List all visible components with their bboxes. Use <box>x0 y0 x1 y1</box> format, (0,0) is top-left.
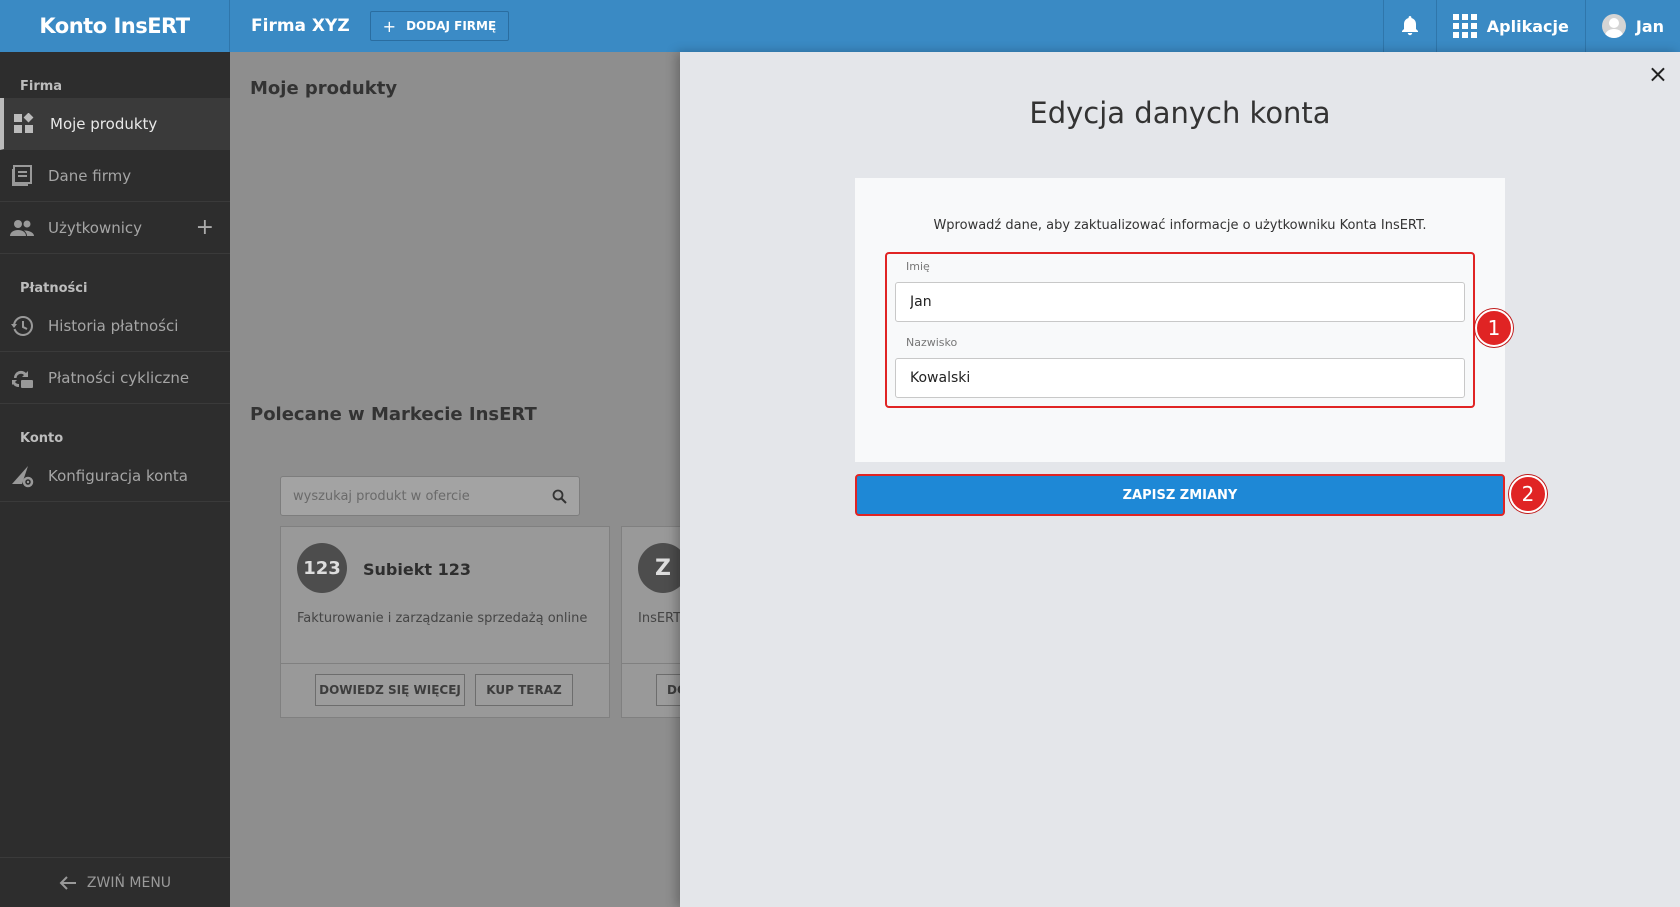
history-icon <box>10 314 34 338</box>
product-logo: 123 <box>297 543 347 593</box>
apps-button[interactable]: Aplikacje <box>1435 0 1585 52</box>
save-changes-button[interactable]: ZAPISZ ZMIANY <box>855 474 1505 516</box>
document-list-icon <box>10 164 34 188</box>
collapse-menu-button[interactable]: ZWIŃ MENU <box>0 857 230 907</box>
sidebar-item-moje-produkty[interactable]: Moje produkty <box>0 98 230 150</box>
sidebar-section-konto: Konto <box>20 431 64 446</box>
bell-icon <box>1401 16 1418 36</box>
product-name: Subiekt 123 <box>363 560 471 579</box>
card-footer: DO <box>622 663 681 717</box>
sidebar-item-label: Użytkownicy <box>48 218 143 237</box>
sidebar-section-platnosci: Płatności <box>20 281 88 296</box>
user-menu-button[interactable]: Jan <box>1584 0 1680 52</box>
plus-icon: + <box>382 16 397 36</box>
account-settings-icon <box>10 464 34 488</box>
company-name[interactable]: Firma XYZ <box>251 16 350 36</box>
last-name-label: Nazwisko <box>906 336 958 349</box>
sidebar-item-label: Płatności cykliczne <box>48 368 190 387</box>
sidebar-item-label: Historia płatności <box>48 316 179 335</box>
sidebar-item-platnosci-cykliczne[interactable]: Płatności cykliczne <box>0 352 230 404</box>
user-name: Jan <box>1635 16 1664 36</box>
sidebar-item-label: Moje produkty <box>50 114 158 133</box>
apps-grid-icon <box>1452 14 1477 38</box>
close-icon[interactable]: × <box>1648 60 1668 88</box>
account-form: Wprowadź dane, aby zaktualizować informa… <box>855 178 1505 462</box>
search-icon <box>552 489 567 504</box>
sidebar-section-firma: Firma <box>20 79 63 94</box>
panel-title: Edycja danych konta <box>1029 96 1331 130</box>
arrow-left-icon <box>59 875 76 890</box>
top-bar: Konto InsERT Firma XYZ + DODAJ FIRMĘ Apl… <box>0 0 1680 52</box>
product-card-subiekt: 123 Subiekt 123 Fakturowanie i zarządzan… <box>280 526 610 718</box>
page-title: Moje produkty <box>250 78 398 99</box>
product-description: InsERT <box>638 611 681 626</box>
add-company-button[interactable]: + DODAJ FIRMĘ <box>369 11 510 41</box>
add-company-label: DODAJ FIRMĘ <box>406 19 497 33</box>
brand-logo[interactable]: Konto InsERT <box>0 0 230 52</box>
collapse-menu-label: ZWIŃ MENU <box>86 874 172 891</box>
edit-account-panel: × Edycja danych konta Wprowadź dane, aby… <box>680 52 1680 907</box>
first-name-label: Imię <box>906 260 930 273</box>
card-footer: DOWIEDZ SIĘ WIĘCEJ KUP TERAZ <box>281 663 609 717</box>
product-card-second: Z InsERT DO <box>621 526 681 718</box>
form-intro: Wprowadź dane, aby zaktualizować informa… <box>933 218 1427 233</box>
sidebar-item-konfiguracja-konta[interactable]: Konfiguracja konta <box>0 450 230 502</box>
sidebar-item-dane-firmy[interactable]: Dane firmy <box>0 150 230 202</box>
apps-label: Aplikacje <box>1486 16 1569 36</box>
add-user-plus-icon[interactable]: + <box>196 215 214 240</box>
first-name-field[interactable] <box>895 282 1465 322</box>
buy-now-button[interactable]: KUP TERAZ <box>475 674 573 706</box>
product-search-input[interactable]: wyszukaj produkt w ofercie <box>280 476 580 516</box>
main-content: Moje produkty Polecane w Markecie InsERT… <box>230 52 681 907</box>
last-name-field[interactable] <box>895 358 1465 398</box>
sidebar-item-label: Dane firmy <box>48 166 132 185</box>
product-logo: Z <box>638 543 681 593</box>
sidebar-item-uzytkownicy[interactable]: Użytkownicy + <box>0 202 230 254</box>
sidebar-item-historia-platnosci[interactable]: Historia płatności <box>0 300 230 352</box>
sidebar: Firma Moje produkty Dane firmy Użytkowni… <box>0 52 230 907</box>
avatar-icon <box>1601 14 1626 38</box>
top-right-actions: Aplikacje Jan <box>1382 0 1680 52</box>
step-marker-2: 2 <box>1509 475 1547 513</box>
sidebar-item-label: Konfiguracja konta <box>48 466 188 485</box>
step-marker-1: 1 <box>1475 309 1513 347</box>
product-description: Fakturowanie i zarządzanie sprzedażą onl… <box>297 611 588 626</box>
notifications-button[interactable] <box>1382 0 1436 52</box>
recommended-title: Polecane w Markecie InsERT <box>250 404 537 425</box>
recurring-payment-icon <box>10 366 34 390</box>
learn-more-button[interactable]: DO <box>656 674 681 706</box>
widgets-icon <box>12 112 36 136</box>
learn-more-button[interactable]: DOWIEDZ SIĘ WIĘCEJ <box>315 674 465 706</box>
search-placeholder: wyszukaj produkt w ofercie <box>293 488 470 504</box>
users-icon <box>10 216 34 240</box>
